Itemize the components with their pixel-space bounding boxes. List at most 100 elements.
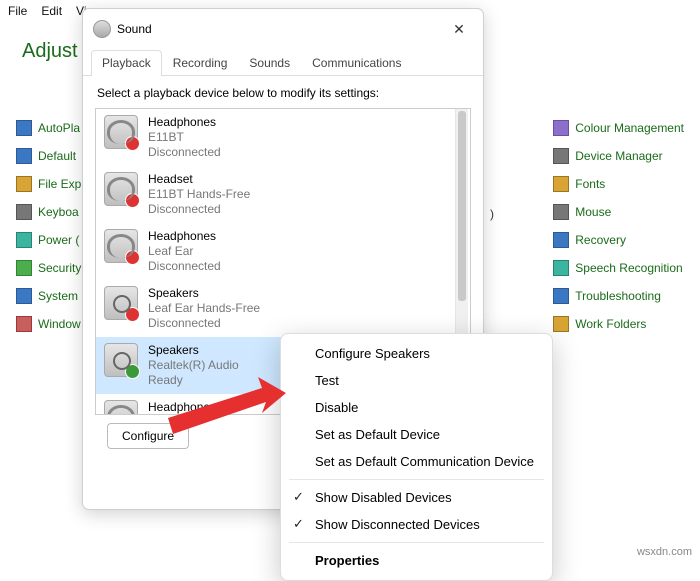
device-status: Disconnected: [148, 259, 221, 274]
status-badge-icon: [125, 193, 140, 208]
menu-item[interactable]: Properties: [281, 547, 552, 574]
cp-icon: [553, 176, 569, 192]
cp-icon: [16, 204, 32, 220]
speakers-icon: [104, 286, 138, 320]
menu-separator: [289, 542, 544, 543]
cp-item-left-1[interactable]: Default: [16, 148, 81, 164]
cp-item-left-3[interactable]: Keyboa: [16, 204, 81, 220]
menu-item[interactable]: Set as Default Communication Device: [281, 448, 552, 475]
cp-icon: [16, 260, 32, 276]
cp-label: System: [38, 289, 78, 303]
headphones-icon: [104, 115, 138, 149]
device-row[interactable]: HeadphonesE11BTDisconnected: [96, 109, 454, 166]
device-row[interactable]: HeadsetE11BT Hands-FreeDisconnected: [96, 166, 454, 223]
scrollbar-thumb[interactable]: [458, 111, 466, 301]
device-row[interactable]: SpeakersLeaf Ear Hands-FreeDisconnected: [96, 280, 454, 337]
sound-icon: [93, 20, 111, 38]
cp-icon: [16, 148, 32, 164]
device-sub: Realtek(R) Audio: [148, 358, 239, 373]
device-sub: Leaf Ear: [148, 244, 221, 259]
device-status: Ready: [148, 373, 239, 388]
cp-label: Recovery: [575, 233, 626, 247]
cp-label: Troubleshooting: [575, 289, 661, 303]
configure-button[interactable]: Configure: [107, 423, 189, 449]
menu-item[interactable]: Set as Default Device: [281, 421, 552, 448]
tab-recording[interactable]: Recording: [162, 50, 239, 76]
status-badge-icon: [125, 250, 140, 265]
cp-label: Window: [38, 317, 81, 331]
menu-item-label: Disable: [315, 400, 358, 415]
cp-item-left-2[interactable]: File Exp: [16, 176, 81, 192]
watermark: wsxdn.com: [637, 546, 692, 558]
tab-communications[interactable]: Communications: [301, 50, 412, 76]
menu-item[interactable]: ✓ Show Disabled Devices: [281, 484, 552, 511]
menu-item-label: Test: [315, 373, 339, 388]
status-badge-icon: [125, 307, 140, 322]
cp-label: Security: [38, 261, 81, 275]
cp-icon: [16, 232, 32, 248]
device-row[interactable]: HeadphonesLeaf EarDisconnected: [96, 223, 454, 280]
menu-item[interactable]: Test: [281, 367, 552, 394]
cp-icon: [553, 316, 569, 332]
tab-sounds[interactable]: Sounds: [238, 50, 301, 76]
tab-playback[interactable]: Playback: [91, 50, 162, 76]
cp-icon: [16, 120, 32, 136]
cp-item-left-5[interactable]: Security: [16, 260, 81, 276]
dialog-title-text: Sound: [117, 22, 152, 36]
headphones-icon: [104, 172, 138, 206]
menu-item[interactable]: ✓Show Disconnected Devices: [281, 511, 552, 538]
cp-label: Keyboa: [38, 205, 79, 219]
device-name: Headset: [148, 172, 250, 187]
device-name: Headphones: [148, 115, 221, 130]
device-sub: E11BT Hands-Free: [148, 187, 250, 202]
menu-edit[interactable]: Edit: [41, 4, 62, 18]
device-name: Speakers: [148, 343, 239, 358]
menu-item-label: Properties: [315, 553, 379, 568]
cp-item-left-6[interactable]: System: [16, 288, 81, 304]
cp-item-right-7[interactable]: Work Folders: [553, 316, 684, 332]
context-menu: Configure Speakers Test Disable Set as Defa…: [280, 333, 553, 581]
cp-label: Speech Recognition: [575, 261, 682, 275]
dialog-tabs: Playback Recording Sounds Communications: [83, 49, 483, 76]
cp-icon: [16, 316, 32, 332]
device-name: Headphones: [148, 400, 239, 414]
cp-item-right-5[interactable]: Speech Recognition: [553, 260, 684, 276]
menu-item-label: Show Disconnected Devices: [315, 517, 480, 532]
cp-label: Work Folders: [575, 317, 646, 331]
menu-item[interactable]: Configure Speakers: [281, 340, 552, 367]
speakers-icon: [104, 343, 138, 377]
status-badge-icon: [125, 136, 140, 151]
cp-label: AutoPla: [38, 121, 80, 135]
cp-icon: [16, 176, 32, 192]
close-button[interactable]: ✕: [445, 17, 473, 41]
check-icon: ✓: [293, 489, 304, 505]
device-name: Headphones: [148, 229, 221, 244]
cp-label: Default: [38, 149, 76, 163]
status-badge-icon: [125, 364, 140, 379]
cp-item-right-2[interactable]: Fonts: [553, 176, 684, 192]
menu-file[interactable]: File: [8, 4, 27, 18]
cp-icon: [553, 120, 569, 136]
cp-label: Power (: [38, 233, 79, 247]
cp-label: Colour Management: [575, 121, 684, 135]
device-name: Speakers: [148, 286, 260, 301]
device-sub: Leaf Ear Hands-Free: [148, 301, 260, 316]
cp-item-right-4[interactable]: Recovery: [553, 232, 684, 248]
headphones-icon: [104, 400, 138, 414]
cp-item-left-7[interactable]: Window: [16, 316, 81, 332]
menu-item[interactable]: Disable: [281, 394, 552, 421]
cp-icon: [553, 260, 569, 276]
menu-separator: [289, 479, 544, 480]
cp-item-right-6[interactable]: Troubleshooting: [553, 288, 684, 304]
cp-item-left-0[interactable]: AutoPla: [16, 120, 81, 136]
cp-item-right-1[interactable]: Device Manager: [553, 148, 684, 164]
menu-item-label: Show Disabled Devices: [315, 490, 452, 505]
cp-item-left-4[interactable]: Power (: [16, 232, 81, 248]
device-status: Disconnected: [148, 202, 250, 217]
cp-label: File Exp: [38, 177, 81, 191]
device-status: Disconnected: [148, 316, 260, 331]
cp-item-right-3[interactable]: Mouse: [553, 204, 684, 220]
cp-item-right-0[interactable]: Colour Management: [553, 120, 684, 136]
cp-icon: [553, 204, 569, 220]
cp-icon: [553, 232, 569, 248]
